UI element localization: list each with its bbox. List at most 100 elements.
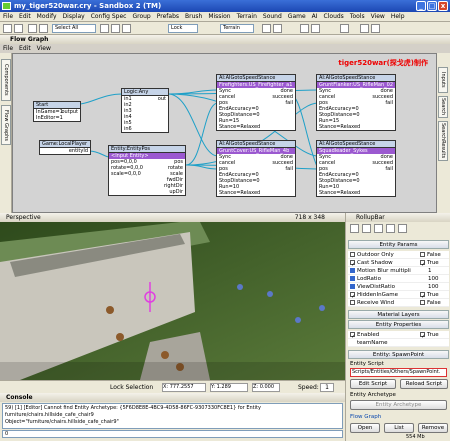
menu-terrain[interactable]: Terrain bbox=[234, 12, 260, 22]
edit-script-button[interactable]: Edit Script bbox=[350, 379, 396, 389]
node-ai-goto-3[interactable]: AI:AIGotoSpeedStance GruntCover:US_Rifle… bbox=[216, 140, 296, 197]
3d-scene[interactable] bbox=[0, 222, 345, 380]
rollup-tabs bbox=[348, 223, 449, 235]
entity-archetype-button[interactable]: Entity Archetype bbox=[350, 400, 447, 410]
link-icon[interactable] bbox=[28, 24, 37, 33]
menu-clouds[interactable]: Clouds bbox=[321, 12, 347, 22]
node-ai-goto-1[interactable]: AI:AIGotoSpeedStance Firefighters:US_Fir… bbox=[216, 74, 296, 131]
terrain-icon[interactable] bbox=[360, 24, 369, 33]
grid-icon[interactable] bbox=[273, 24, 282, 33]
tab-search-results[interactable]: SearchResults bbox=[438, 121, 448, 161]
close-button[interactable]: x bbox=[438, 1, 448, 11]
entity-name-header[interactable]: Entity: SpawnPoint bbox=[348, 350, 449, 359]
coord-x[interactable]: X: 777.2557 bbox=[162, 383, 206, 392]
terrain-tab-icon[interactable] bbox=[362, 224, 371, 233]
reload-script-button[interactable]: Reload Script bbox=[400, 379, 448, 389]
tab-search[interactable]: Search bbox=[438, 96, 448, 118]
move-icon[interactable] bbox=[100, 24, 109, 33]
param-view-dist[interactable]: ViewDistRatio 100 bbox=[348, 283, 449, 291]
scene-render bbox=[0, 222, 345, 380]
flowgraph-canvas[interactable]: tiger520war(探戈虎)制作 Start InGame=1 output … bbox=[12, 53, 437, 213]
material-layers-header[interactable]: Material Layers bbox=[348, 310, 449, 319]
node-port: InEditor=1 bbox=[36, 115, 63, 121]
undo-icon[interactable] bbox=[3, 24, 12, 33]
param-outdoor-only[interactable]: Outdoor Only False bbox=[348, 251, 449, 259]
prop-enabled[interactable]: ✓Enabled ✓True bbox=[348, 331, 449, 340]
menu-help[interactable]: Help bbox=[388, 12, 408, 22]
coord-z[interactable]: Z: 0.000 bbox=[252, 383, 280, 392]
console-input[interactable]: 0 bbox=[2, 430, 343, 438]
entity-archetype-label: Entity Archetype bbox=[350, 392, 396, 398]
fg-menu-file[interactable]: File bbox=[0, 44, 16, 53]
tab-flow-graphs[interactable]: Flow Graphs bbox=[1, 105, 11, 145]
game-icon[interactable] bbox=[311, 24, 320, 33]
lock-dropdown[interactable]: Lock bbox=[168, 24, 198, 33]
node-title: Logic:Any bbox=[122, 89, 168, 96]
modeling-tab-icon[interactable] bbox=[374, 224, 383, 233]
camera-icon[interactable] bbox=[300, 24, 309, 33]
console-output[interactable]: 59) [1] [Editor] Cannot find Entity Arch… bbox=[2, 403, 343, 429]
menu-view[interactable]: View bbox=[368, 12, 388, 22]
redo-icon[interactable] bbox=[14, 24, 23, 33]
node-local-player[interactable]: Game:LocalPlayer entityId bbox=[39, 140, 91, 155]
menu-edit[interactable]: Edit bbox=[16, 12, 34, 22]
node-logic-any[interactable]: Logic:Any in1 out in2 in3 in4 in5 in6 bbox=[121, 88, 169, 133]
param-cast-shadow[interactable]: ✓Cast Shadow ✓True bbox=[348, 259, 449, 268]
param-motion-blur[interactable]: Motion Blur multipli 1 bbox=[348, 267, 449, 275]
window-title: my_tiger520war.cry - Sandbox 2 (TM) bbox=[14, 2, 162, 10]
node-ai-goto-2[interactable]: AI:AIGotoSpeedStance GruntFlanker:US_Rif… bbox=[316, 74, 396, 131]
menu-ai[interactable]: AI bbox=[309, 12, 321, 22]
console-panel: Console 59) [1] [Editor] Cannot find Ent… bbox=[0, 393, 345, 441]
fg-menu-edit[interactable]: Edit bbox=[16, 44, 34, 53]
node-start[interactable]: Start InGame=1 output InEditor=1 bbox=[33, 101, 81, 122]
menu-mission[interactable]: Mission bbox=[205, 12, 233, 22]
author-label: tiger520war(探戈虎)制作 bbox=[338, 59, 428, 67]
rotate-icon[interactable] bbox=[111, 24, 120, 33]
menu-tools[interactable]: Tools bbox=[347, 12, 368, 22]
app-icon bbox=[2, 2, 11, 10]
minimize-button[interactable]: _ bbox=[416, 1, 426, 11]
terrain-dropdown[interactable]: Terrain bbox=[220, 24, 254, 33]
menu-group[interactable]: Group bbox=[129, 12, 153, 22]
node-title: Start bbox=[34, 102, 80, 109]
menu-game[interactable]: Game bbox=[285, 12, 309, 22]
unlink-icon[interactable] bbox=[39, 24, 48, 33]
remove-flowgraph-button[interactable]: Remove bbox=[418, 423, 448, 433]
lock-selection-button[interactable]: Lock Selection bbox=[110, 384, 153, 391]
node-port: Stance=Relaxed bbox=[319, 124, 361, 130]
node-entity-pos[interactable]: Entity:EntityPos <Input Entity> pos=0,0,… bbox=[108, 145, 186, 196]
prop-team-name[interactable]: teamName bbox=[348, 339, 449, 347]
tab-inputs[interactable]: Inputs bbox=[438, 67, 448, 93]
script-path-field[interactable]: Scripts/Entities/Others/SpawnPoint. bbox=[350, 368, 447, 377]
menu-config-spec[interactable]: Config Spec bbox=[88, 12, 130, 22]
physics-icon[interactable] bbox=[340, 24, 349, 33]
entity-properties-header[interactable]: Entity Properties bbox=[348, 320, 449, 329]
menu-file[interactable]: File bbox=[0, 12, 16, 22]
open-flowgraph-button[interactable]: Open bbox=[350, 423, 380, 433]
param-receive-wind[interactable]: Receive Wind False bbox=[348, 299, 449, 307]
entity-params-header[interactable]: Entity Params bbox=[348, 240, 449, 249]
tab-components[interactable]: Components bbox=[1, 59, 11, 101]
menu-prefabs[interactable]: Prefabs bbox=[154, 12, 182, 22]
param-lod-ratio[interactable]: LodRatio 100 bbox=[348, 275, 449, 283]
scale-icon[interactable] bbox=[122, 24, 131, 33]
param-hidden-in-game[interactable]: ✓HiddenInGame ✓True bbox=[348, 291, 449, 300]
objects-tab-icon[interactable] bbox=[350, 224, 359, 233]
select-dropdown[interactable]: Select All bbox=[52, 24, 96, 33]
menu-display[interactable]: Display bbox=[60, 12, 88, 22]
viewport-header: Perspective 718 x 348 bbox=[0, 213, 345, 222]
menu-modify[interactable]: Modify bbox=[34, 12, 60, 22]
maximize-button[interactable]: □ bbox=[427, 1, 437, 11]
node-ai-goto-4[interactable]: AI:AIGotoSpeedStance Squadleader_Sykes S… bbox=[316, 140, 396, 197]
list-flowgraph-button[interactable]: List bbox=[384, 423, 414, 433]
menu-brush[interactable]: Brush bbox=[182, 12, 205, 22]
fg-menu-view[interactable]: View bbox=[34, 44, 54, 53]
menu-sound[interactable]: Sound bbox=[260, 12, 285, 22]
material-icon[interactable] bbox=[371, 24, 380, 33]
display-tab-icon[interactable] bbox=[386, 224, 395, 233]
snap-icon[interactable] bbox=[262, 24, 271, 33]
entity-script-label: Entity Script bbox=[350, 361, 384, 367]
layers-tab-icon[interactable] bbox=[398, 224, 407, 233]
speed-input[interactable]: 1 bbox=[320, 383, 334, 392]
coord-y[interactable]: Y: 1.289 bbox=[210, 383, 248, 392]
